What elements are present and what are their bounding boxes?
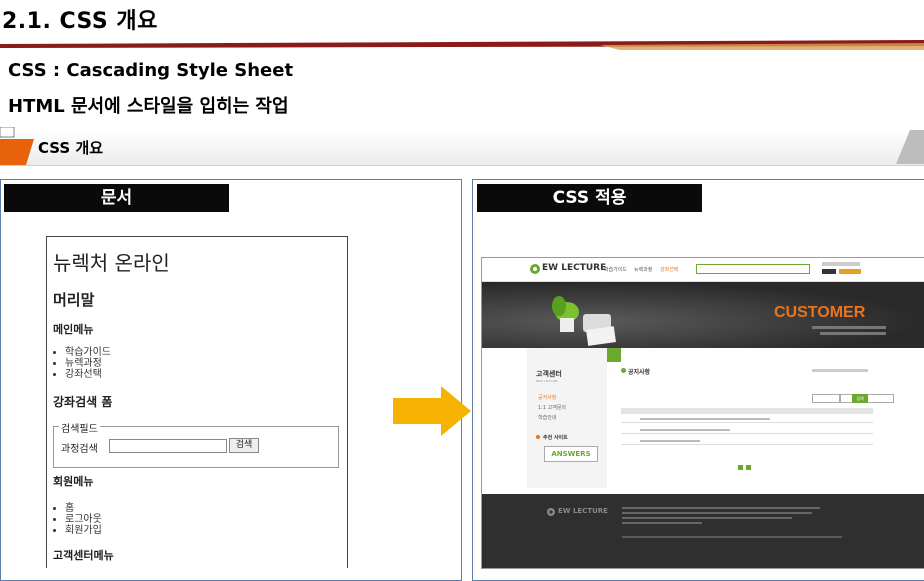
site-sidebar-title: 고객센터 bbox=[536, 370, 562, 378]
section-title: CSS 개요 bbox=[38, 139, 104, 157]
site-join-button[interactable] bbox=[839, 269, 861, 274]
site-hero-title: CUSTOMER bbox=[774, 304, 866, 321]
doc-member-menu-list: 홈 로그아웃 회원가입 bbox=[49, 503, 102, 536]
bullet-definition: CSS : Cascading Style Sheet bbox=[8, 60, 294, 81]
site-board-search-button[interactable]: 검색 bbox=[852, 394, 868, 403]
site-sidebar-subtitle: NEW LECTURE bbox=[536, 379, 558, 383]
site-table-header bbox=[621, 408, 873, 414]
site-table-row[interactable] bbox=[640, 440, 700, 442]
site-content-title: 공지사항 bbox=[628, 369, 651, 376]
doc-member-menu-item[interactable]: 홈 bbox=[65, 503, 102, 514]
site-footer-logo: EW LECTURE bbox=[558, 507, 608, 515]
doc-search-button[interactable]: 검색 bbox=[229, 438, 259, 453]
site-pagination-prev[interactable] bbox=[738, 465, 743, 470]
doc-main-menu-item[interactable]: 학습가이드 bbox=[65, 347, 111, 358]
styled-website-screenshot: EW LECTURE 학습가이드 뉴렉과정 강좌선택 CUSTOMER 고객센터… bbox=[481, 257, 924, 569]
site-recommend-label: 추천 사이트 bbox=[543, 435, 568, 441]
doc-main-menu-list: 학습가이드 뉴렉과정 강좌선택 bbox=[49, 347, 111, 380]
hero-plant-illustration bbox=[552, 296, 616, 346]
site-search-input[interactable] bbox=[696, 264, 810, 274]
site-table-row[interactable] bbox=[640, 429, 730, 431]
doc-main-menu-item[interactable]: 강좌선택 bbox=[65, 369, 111, 380]
footer-address-line bbox=[622, 507, 820, 509]
footer-address-line bbox=[622, 517, 792, 519]
sidebar-accent bbox=[607, 348, 621, 362]
site-table-row[interactable] bbox=[621, 433, 873, 434]
breadcrumb-line bbox=[812, 369, 868, 372]
doc-fieldset-legend: 검색필드 bbox=[59, 420, 100, 435]
recommend-bullet-icon bbox=[536, 435, 540, 439]
doc-main-menu-item[interactable]: 뉴렉과정 bbox=[65, 358, 111, 369]
bullet-description: HTML 문서에 스타일을 입히는 작업 bbox=[8, 96, 289, 117]
css-applied-panel-label: CSS 적용 bbox=[477, 184, 702, 212]
site-footer bbox=[482, 494, 924, 568]
title-rule bbox=[0, 40, 924, 50]
site-table-row[interactable] bbox=[621, 444, 873, 445]
site-table-row[interactable] bbox=[621, 422, 873, 423]
hero-subtext-line bbox=[820, 332, 886, 335]
doc-customer-menu-heading: 고객센터메뉴 bbox=[53, 549, 114, 562]
footer-copyright-line bbox=[622, 536, 842, 538]
site-login-links[interactable] bbox=[822, 262, 860, 266]
footer-address-line bbox=[622, 522, 702, 524]
doc-member-menu-item[interactable]: 로그아웃 bbox=[65, 514, 102, 525]
section-bar-end-icon bbox=[896, 130, 924, 164]
hero-subtext-line bbox=[812, 326, 886, 329]
doc-site-title: 뉴렉처 온라인 bbox=[53, 251, 170, 275]
site-table-row[interactable] bbox=[640, 418, 770, 420]
site-login-button[interactable] bbox=[822, 269, 836, 274]
doc-member-menu-item[interactable]: 회원가입 bbox=[65, 525, 102, 536]
doc-search-label: 과정검색 bbox=[61, 444, 98, 455]
site-sidebar-item[interactable]: 학습안내 bbox=[538, 414, 556, 421]
site-logo-icon bbox=[530, 264, 540, 274]
doc-search-input[interactable] bbox=[109, 439, 227, 453]
doc-header-heading: 머리말 bbox=[53, 291, 95, 309]
site-sidebar-item[interactable]: 1:1 고객문의 bbox=[538, 404, 566, 411]
doc-search-heading: 강좌검색 폼 bbox=[53, 395, 113, 409]
section-marker-icon bbox=[0, 127, 34, 165]
site-pagination-next[interactable] bbox=[746, 465, 751, 470]
site-board-select[interactable] bbox=[812, 394, 840, 403]
footer-address-line bbox=[622, 512, 812, 514]
content-title-bullet-icon bbox=[621, 368, 626, 373]
doc-member-menu-heading: 회원메뉴 bbox=[53, 475, 94, 488]
arrow-right-icon bbox=[393, 386, 471, 436]
site-sidebar-item[interactable]: 공지사항 bbox=[538, 394, 556, 401]
site-logo-text: EW LECTURE bbox=[542, 263, 607, 273]
site-answers-logo[interactable]: ANSWERS bbox=[544, 446, 598, 462]
site-nav-item[interactable]: 뉴렉과정 bbox=[634, 266, 652, 273]
site-nav-item[interactable]: 학습가이드 bbox=[604, 266, 627, 273]
footer-logo-icon bbox=[547, 508, 555, 516]
document-panel-label: 문서 bbox=[4, 184, 229, 212]
site-nav-item[interactable]: 강좌선택 bbox=[660, 266, 678, 273]
slide-title: 2.1. CSS 개요 bbox=[2, 9, 158, 34]
section-bar bbox=[0, 129, 924, 166]
unstyled-document: 뉴렉처 온라인 머리말 메인메뉴 학습가이드 뉴렉과정 강좌선택 강좌검색 폼 … bbox=[46, 236, 348, 568]
doc-main-menu-heading: 메인메뉴 bbox=[53, 323, 94, 336]
